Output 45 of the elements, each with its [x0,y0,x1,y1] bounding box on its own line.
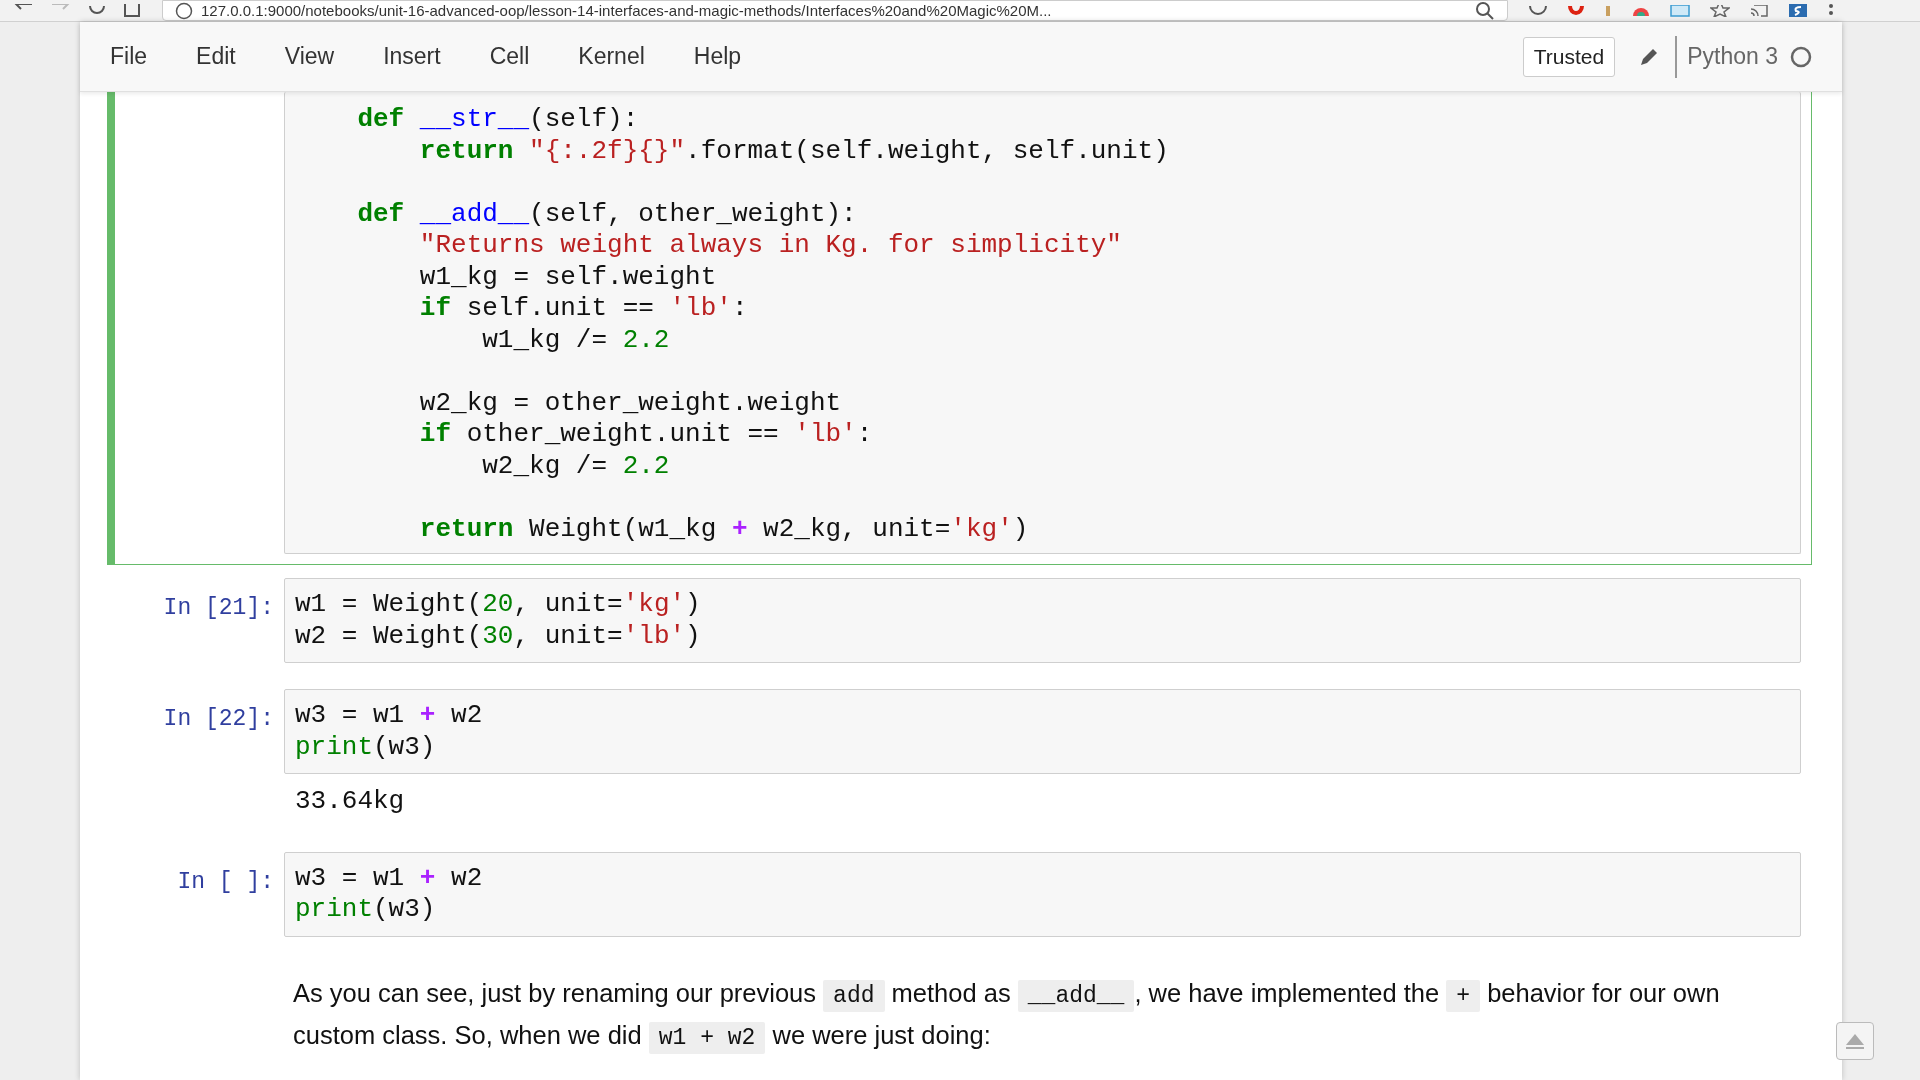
code-line: if other_weight.unit == 'lb': [418,419,874,451]
code-line: w2_kg = other_weight.weight [418,387,843,419]
code-editor[interactable]: w3 = w1 + w2 print(w3) [284,851,1801,937]
star-icon[interactable] [1710,5,1730,17]
extension-icon[interactable] [1632,6,1650,16]
code-line: w1_kg = self.weight [418,261,718,293]
trusted-indicator[interactable]: Trusted [1522,36,1616,77]
code-line: return Weight(w1_kg + w2_kg, unit='kg') [418,513,1030,545]
menu-item[interactable]: View [260,31,359,82]
cast-icon[interactable] [1750,5,1768,17]
code-line: w2_kg /= 2.2 [481,450,671,482]
menu-item[interactable]: Help [669,31,766,82]
code-line: w2 = Weight(30, unit='lb') [295,620,702,652]
ring-icon[interactable] [1568,6,1584,16]
code-line: print(w3) [295,894,437,926]
code-line: return "{:.2f}{}".format(self.weight, self.unit) [418,135,1170,167]
code-line: if self.unit == 'lb': [418,293,749,325]
menu-item[interactable]: Kernel [554,31,669,82]
cell-output: 33.64kg [294,785,406,818]
code-editor[interactable] [284,92,1801,554]
extension-icon[interactable] [1788,4,1808,18]
menu-item[interactable]: Edit [172,31,260,82]
address-bar[interactable]: 127.0.0.1:9000/notebooks/unit-16-advanced-oop/lesson-14-interfaces-and-magic-methods/Interfaces%20and%20Magic%20M... [162,0,1508,21]
menu-item[interactable]: Insert [359,31,465,82]
markdown-paragraph: As you can see, just by renaming our previous add method as __add__ , we have implemented the + behavior for our own custom class. So, when we did w1 + w2 we were just doing: [293,973,1792,1058]
input-prompt: In [ ]: [177,867,274,897]
code-line: w1 = Weight(20, unit='kg') [295,589,702,621]
url-text: 127.0.0.1:9000/notebooks/unit-16-advanced-oop/lesson-14-interfaces-and-magic-methods/Interfaces%20and%20Magic%20M... [201,1,1052,20]
code-line: w3 = w1 + w2 [295,862,484,894]
code-line: print(w3) [295,731,437,763]
menu-item[interactable]: Cell [465,31,554,82]
code-line: def __add__(self, other_weight): [356,198,858,230]
input-prompt: In [21]: [163,594,274,623]
code-line: w3 = w1 + w2 [295,700,484,732]
menu-item[interactable]: File [110,31,172,82]
code-editor[interactable]: w3 = w1 + w2 print(w3) [284,689,1801,774]
more-icon[interactable] [1828,4,1834,18]
code-line: def __str__(self): [356,104,640,136]
code-editor[interactable]: w1 = Weight(20, unit='kg') w2 = Weight(30, unit='lb') [284,578,1801,663]
kernel-status-icon [1790,45,1812,68]
input-prompt: In [22]: [163,705,274,734]
code-line: "Returns weight always in Kg. for simplicity" [418,230,1123,262]
code-line: w1_kg /= 2.2 [481,324,671,356]
zoom-icon[interactable] [1475,0,1495,21]
kernel-name: Python 3 [1687,42,1778,72]
